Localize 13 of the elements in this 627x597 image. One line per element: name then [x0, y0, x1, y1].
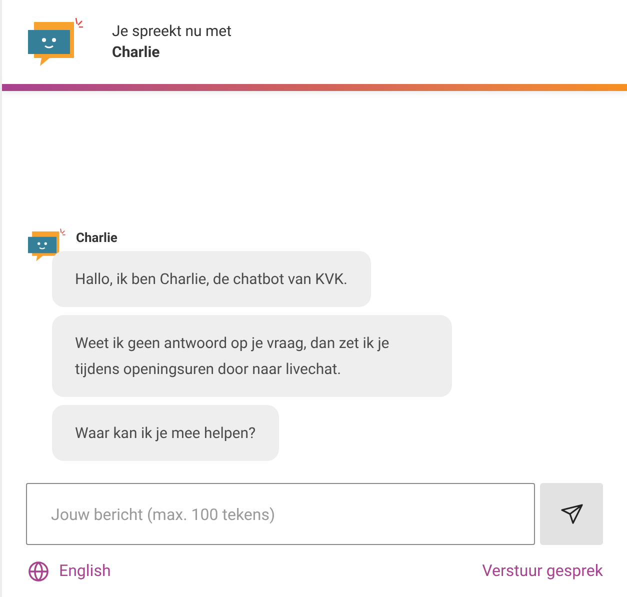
- message-field[interactable]: Jouw bericht (max. 100 tekens): [26, 483, 536, 545]
- send-icon: [560, 504, 583, 524]
- message-bubble: Weet ik geen antwoord op je vraag, dan zet ik je tijdens openingsuren door naar livechat.: [52, 315, 452, 397]
- message-bubble: Waar kan ik je mee helpen?: [52, 405, 279, 461]
- sender-name: Charlie: [76, 230, 118, 248]
- message-bubble: Hallo, ik ben Charlie, de chatbot van KVK.: [52, 251, 370, 307]
- send-conversation-link[interactable]: Verstuur gesprek: [482, 559, 603, 583]
- header-bot-name: Charlie: [112, 42, 161, 63]
- globe-icon: [28, 560, 49, 582]
- language-button[interactable]: English: [28, 559, 111, 583]
- send-button[interactable]: [540, 483, 603, 545]
- chatbot-logo-icon: [28, 16, 84, 68]
- header-subtitle: Je spreekt nu met: [112, 21, 232, 42]
